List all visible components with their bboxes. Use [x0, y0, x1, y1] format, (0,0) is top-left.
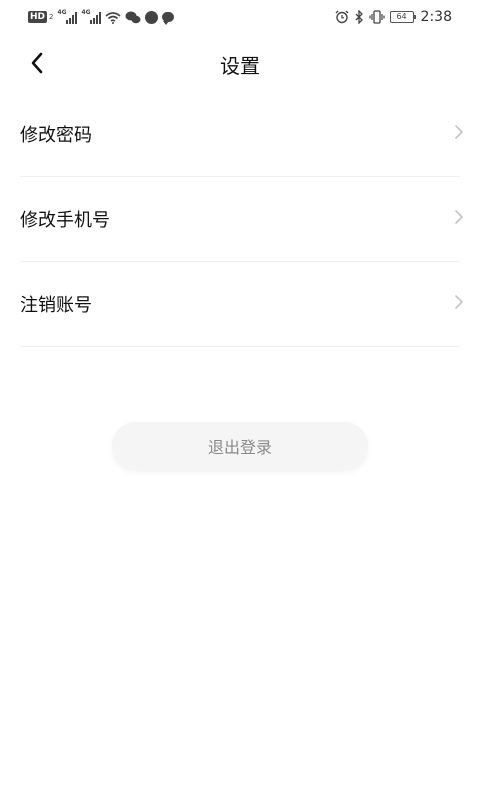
signal-icon-1: 4G: [57, 8, 78, 24]
page-title: 设置: [220, 54, 260, 78]
settings-list: 修改密码 修改手机号 注销账号: [0, 92, 480, 347]
status-right: 64 2:38: [335, 8, 452, 26]
vibrate-icon: [368, 10, 385, 24]
hd-badge: HD: [28, 11, 48, 23]
status-bar: HD 2 4G 4G 64 2:38: [0, 0, 480, 34]
setting-item-change-phone[interactable]: 修改手机号: [20, 177, 463, 262]
status-time: 2:38: [420, 9, 452, 25]
signal-2-label: 4G: [81, 8, 91, 16]
signal-icon-2: 4G: [81, 8, 102, 24]
chevron-right-icon: [455, 295, 463, 309]
wechat-icon: [125, 11, 141, 23]
setting-item-delete-account[interactable]: 注销账号: [20, 262, 463, 347]
app-icon: [145, 10, 159, 24]
wifi-icon: [105, 11, 122, 24]
setting-item-label: 修改手机号: [20, 210, 110, 231]
setting-item-change-password[interactable]: 修改密码: [20, 92, 463, 177]
chevron-right-icon: [455, 210, 463, 224]
message-icon: [162, 12, 175, 25]
bluetooth-icon: [355, 10, 363, 24]
chevron-right-icon: [455, 125, 463, 139]
signal-1-label: 4G: [57, 8, 67, 16]
status-left: HD 2 4G 4G: [28, 8, 175, 26]
battery-icon: 64: [389, 11, 416, 23]
battery-level: 64: [396, 12, 407, 21]
setting-item-label: 修改密码: [20, 125, 92, 146]
alarm-icon: [335, 10, 349, 24]
setting-item-label: 注销账号: [20, 295, 92, 316]
logout-label: 退出登录: [207, 438, 272, 457]
logout-button[interactable]: 退出登录: [112, 422, 368, 470]
hd-sub: 2: [49, 13, 54, 21]
nav-bar: 设置: [0, 34, 480, 92]
